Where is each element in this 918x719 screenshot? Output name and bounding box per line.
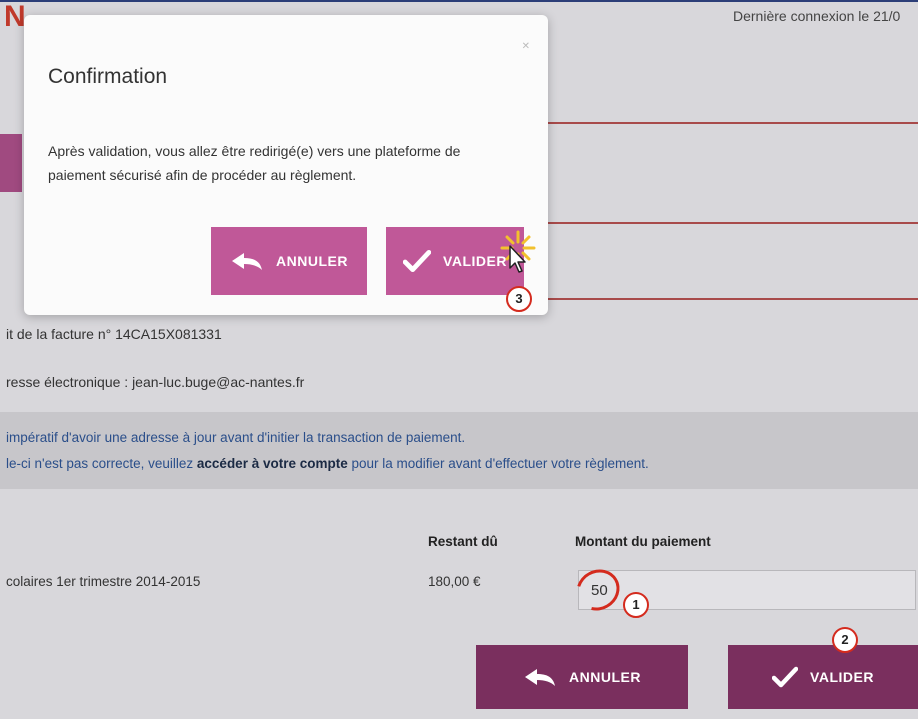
step-badge-2: 2: [832, 627, 858, 653]
divider-line: [540, 222, 918, 224]
section-label-stub: [0, 248, 22, 270]
info-notice: impératif d'avoir une adresse à jour ava…: [0, 412, 918, 489]
validate-button[interactable]: VALIDER: [728, 645, 918, 709]
col-amount-header: Montant du paiement: [575, 534, 711, 549]
divider-line: [540, 122, 918, 124]
dialog-title: Confirmation: [48, 65, 168, 88]
divider-line: [540, 298, 918, 300]
col-remaining-header: Restant dû: [428, 534, 498, 549]
checkmark-icon: [772, 666, 799, 688]
step-badge-3: 3: [506, 286, 532, 312]
confirmation-dialog: ✕ Confirmation Après validation, vous al…: [24, 15, 548, 315]
dialog-message: Après validation, vous allez être rediri…: [48, 143, 461, 183]
back-arrow-icon: [523, 667, 557, 687]
page-background: N Dernière connexion le 21/0 it de la fa…: [0, 0, 918, 719]
row-remaining: 180,00 €: [428, 574, 481, 589]
dialog-cancel-button[interactable]: ANNULER: [211, 227, 367, 295]
close-icon[interactable]: ✕: [522, 41, 530, 52]
back-arrow-icon: [230, 251, 264, 271]
mouse-cursor-icon: [509, 245, 526, 273]
step-badge-1: 1: [623, 592, 649, 618]
info-line-1: impératif d'avoir une adresse à jour ava…: [6, 430, 466, 445]
last-login-text: Dernière connexion le 21/0: [733, 8, 901, 24]
info-line-2: le-ci n'est pas correcte, veuillez accéd…: [6, 456, 649, 471]
checkmark-icon: [403, 249, 432, 273]
side-tab-stub[interactable]: [0, 134, 22, 192]
invoice-text: it de la facture n° 14CA15X081331: [6, 326, 222, 342]
account-link[interactable]: accéder à votre compte: [197, 456, 348, 471]
email-text: resse électronique : jean-luc.buge@ac-na…: [6, 374, 305, 390]
cancel-button[interactable]: ANNULER: [476, 645, 688, 709]
row-label: colaires 1er trimestre 2014-2015: [6, 574, 201, 589]
